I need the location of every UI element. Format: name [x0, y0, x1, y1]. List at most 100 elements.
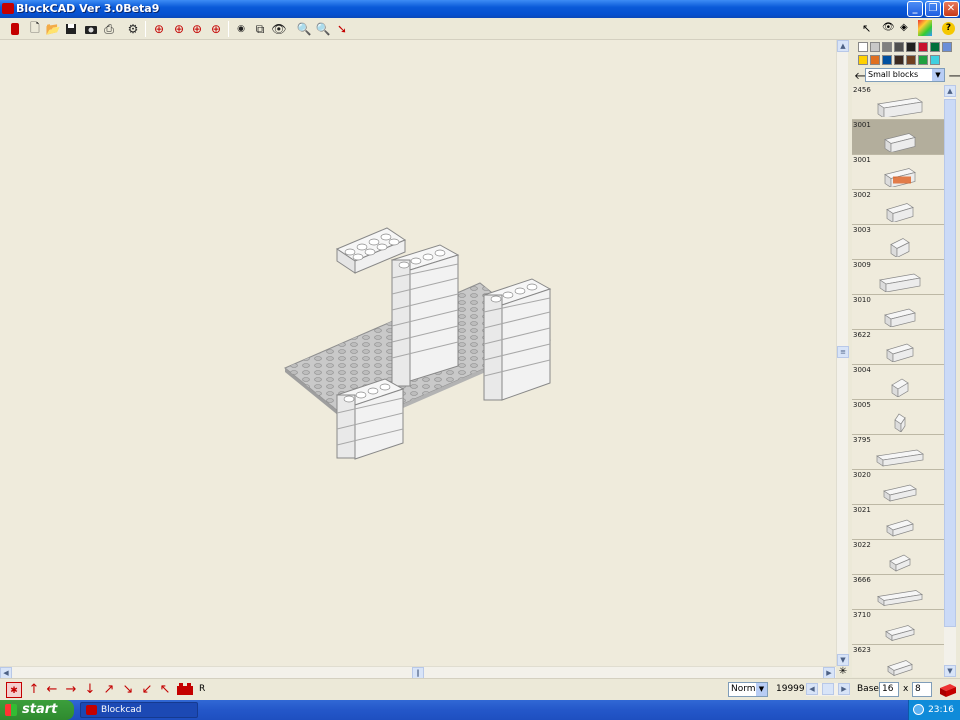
block-item[interactable]: 3001: [852, 155, 944, 190]
view-icon[interactable]: 👁: [270, 20, 288, 38]
parts-panel: ↖ 👁 ◈ ? 🡐 Small blocks ▼ 🡒 2456300130013…: [850, 20, 960, 678]
tray-icon[interactable]: [913, 704, 924, 715]
color-swatch[interactable]: [930, 42, 940, 52]
rainbow-icon[interactable]: [918, 20, 932, 36]
brick-icon[interactable]: [6, 20, 24, 38]
color-swatch[interactable]: [894, 42, 904, 52]
open-icon[interactable]: 📂: [44, 20, 62, 38]
base-brick-icon[interactable]: [938, 681, 958, 701]
move-upleft-icon[interactable]: ↖: [157, 682, 173, 698]
scroll-down-icon[interactable]: ▼: [837, 654, 849, 666]
help-icon[interactable]: ?: [942, 22, 955, 35]
block-item[interactable]: 2456: [852, 85, 944, 120]
scroll-up-icon[interactable]: ▲: [837, 40, 849, 52]
base-width-input[interactable]: 16: [879, 682, 899, 697]
block-id-label: 3004: [853, 366, 871, 374]
new-icon[interactable]: 🗋: [26, 20, 44, 38]
color-swatch[interactable]: [894, 55, 904, 65]
color-swatch[interactable]: [882, 42, 892, 52]
rotate-right-icon[interactable]: ⊕: [207, 20, 225, 38]
move-down-icon[interactable]: ↓: [82, 682, 98, 698]
clock: 23:16: [928, 705, 954, 715]
settings-icon[interactable]: ⚙: [124, 20, 142, 38]
main-toolbar: 🗋 📂 ⎙ ⚙ ⊕ ⊕ ⊕ ⊕ ◉ ⧉ 👁 🔍 🔍 ➘: [0, 18, 960, 40]
next-category-icon[interactable]: 🡒: [948, 70, 960, 82]
canvas-horizontal-scrollbar[interactable]: ◀ ‖ ▶: [0, 666, 836, 679]
close-button[interactable]: ✕: [943, 1, 959, 17]
color-swatch[interactable]: [906, 42, 916, 52]
eye-tool-icon[interactable]: 👁: [882, 22, 895, 33]
block-item[interactable]: 3795: [852, 435, 944, 470]
rotate-label[interactable]: R: [199, 684, 205, 694]
scroll-thumb[interactable]: ≡: [837, 346, 849, 358]
list-scroll-down-icon[interactable]: ▼: [944, 665, 956, 677]
move-downleft-icon[interactable]: ↙: [139, 682, 155, 698]
block-id-label: 3020: [853, 471, 871, 479]
color-swatch[interactable]: [918, 42, 928, 52]
block-item[interactable]: 3010: [852, 295, 944, 330]
rotate-down-icon[interactable]: ⊕: [188, 20, 206, 38]
model-canvas[interactable]: [0, 40, 836, 666]
color-swatch[interactable]: [942, 42, 952, 52]
maximize-button[interactable]: ❐: [925, 1, 941, 17]
color-swatch[interactable]: [858, 42, 868, 52]
block-id-label: 3710: [853, 611, 871, 619]
rotate-left-icon[interactable]: ⊕: [150, 20, 168, 38]
count-thumb[interactable]: [822, 683, 834, 695]
pen-icon[interactable]: ➘: [333, 20, 351, 38]
block-item[interactable]: 3003: [852, 225, 944, 260]
print-icon[interactable]: ⎙: [100, 20, 118, 38]
add-brick-icon[interactable]: [176, 682, 194, 698]
block-item[interactable]: 3001: [852, 120, 944, 155]
move-downright-icon[interactable]: ↘: [120, 682, 136, 698]
taskbar-item-blockcad[interactable]: Blockcad: [80, 702, 198, 718]
block-preview-icon: [886, 203, 914, 222]
block-list-scrollbar[interactable]: ▲ ▼: [944, 85, 956, 677]
move-up-icon[interactable]: ↑: [26, 682, 42, 698]
move-left-icon[interactable]: ←: [44, 682, 60, 698]
start-button[interactable]: start: [0, 700, 74, 720]
color-swatch[interactable]: [930, 55, 940, 65]
move-right-icon[interactable]: →: [63, 682, 79, 698]
list-scroll-thumb[interactable]: [944, 99, 956, 627]
color-swatch[interactable]: [882, 55, 892, 65]
brick-tool-icon[interactable]: ◈: [900, 22, 908, 33]
block-preview-icon: [883, 484, 917, 502]
base-depth-input[interactable]: 8: [912, 682, 932, 697]
canvas-vertical-scrollbar[interactable]: ▲ ≡ ▼: [836, 40, 849, 666]
block-item[interactable]: 3005: [852, 400, 944, 435]
zoom-in-icon[interactable]: 🔍: [295, 20, 313, 38]
camera-icon[interactable]: [82, 20, 100, 38]
list-scroll-up-icon[interactable]: ▲: [944, 85, 956, 97]
color-swatch[interactable]: [906, 55, 916, 65]
select-tool-icon[interactable]: ↖: [862, 22, 871, 35]
block-item[interactable]: 3623: [852, 645, 944, 677]
zoom-out-icon[interactable]: 🔍: [314, 20, 332, 38]
block-item[interactable]: 3710: [852, 610, 944, 645]
color-swatch[interactable]: [870, 42, 880, 52]
block-item[interactable]: 3004: [852, 365, 944, 400]
color-swatch[interactable]: [918, 55, 928, 65]
count-scrollbar[interactable]: ◀ ▶: [806, 683, 850, 696]
block-item[interactable]: 3022: [852, 540, 944, 575]
copy-view-icon[interactable]: ⧉: [251, 20, 269, 38]
block-item[interactable]: 3002: [852, 190, 944, 225]
block-item[interactable]: 3622: [852, 330, 944, 365]
color-swatch[interactable]: [858, 55, 868, 65]
save-icon[interactable]: [62, 20, 80, 38]
brick-select-icon[interactable]: ✱: [6, 682, 22, 698]
color-swatch[interactable]: [870, 55, 880, 65]
rotate-up-icon[interactable]: ⊕: [170, 20, 188, 38]
block-item[interactable]: 3009: [852, 260, 944, 295]
block-id-label: 2456: [853, 86, 871, 94]
block-item[interactable]: 3020: [852, 470, 944, 505]
minimize-button[interactable]: _: [907, 1, 923, 17]
block-item[interactable]: 3666: [852, 575, 944, 610]
count-right-icon[interactable]: ▶: [838, 683, 850, 695]
move-upright-icon[interactable]: ↗: [101, 682, 117, 698]
count-left-icon[interactable]: ◀: [806, 683, 818, 695]
block-item[interactable]: 3021: [852, 505, 944, 540]
mode-select[interactable]: Norma ▼: [728, 682, 768, 697]
category-select[interactable]: Small blocks ▼: [865, 68, 945, 82]
rotate-icon[interactable]: ◉: [232, 20, 250, 38]
